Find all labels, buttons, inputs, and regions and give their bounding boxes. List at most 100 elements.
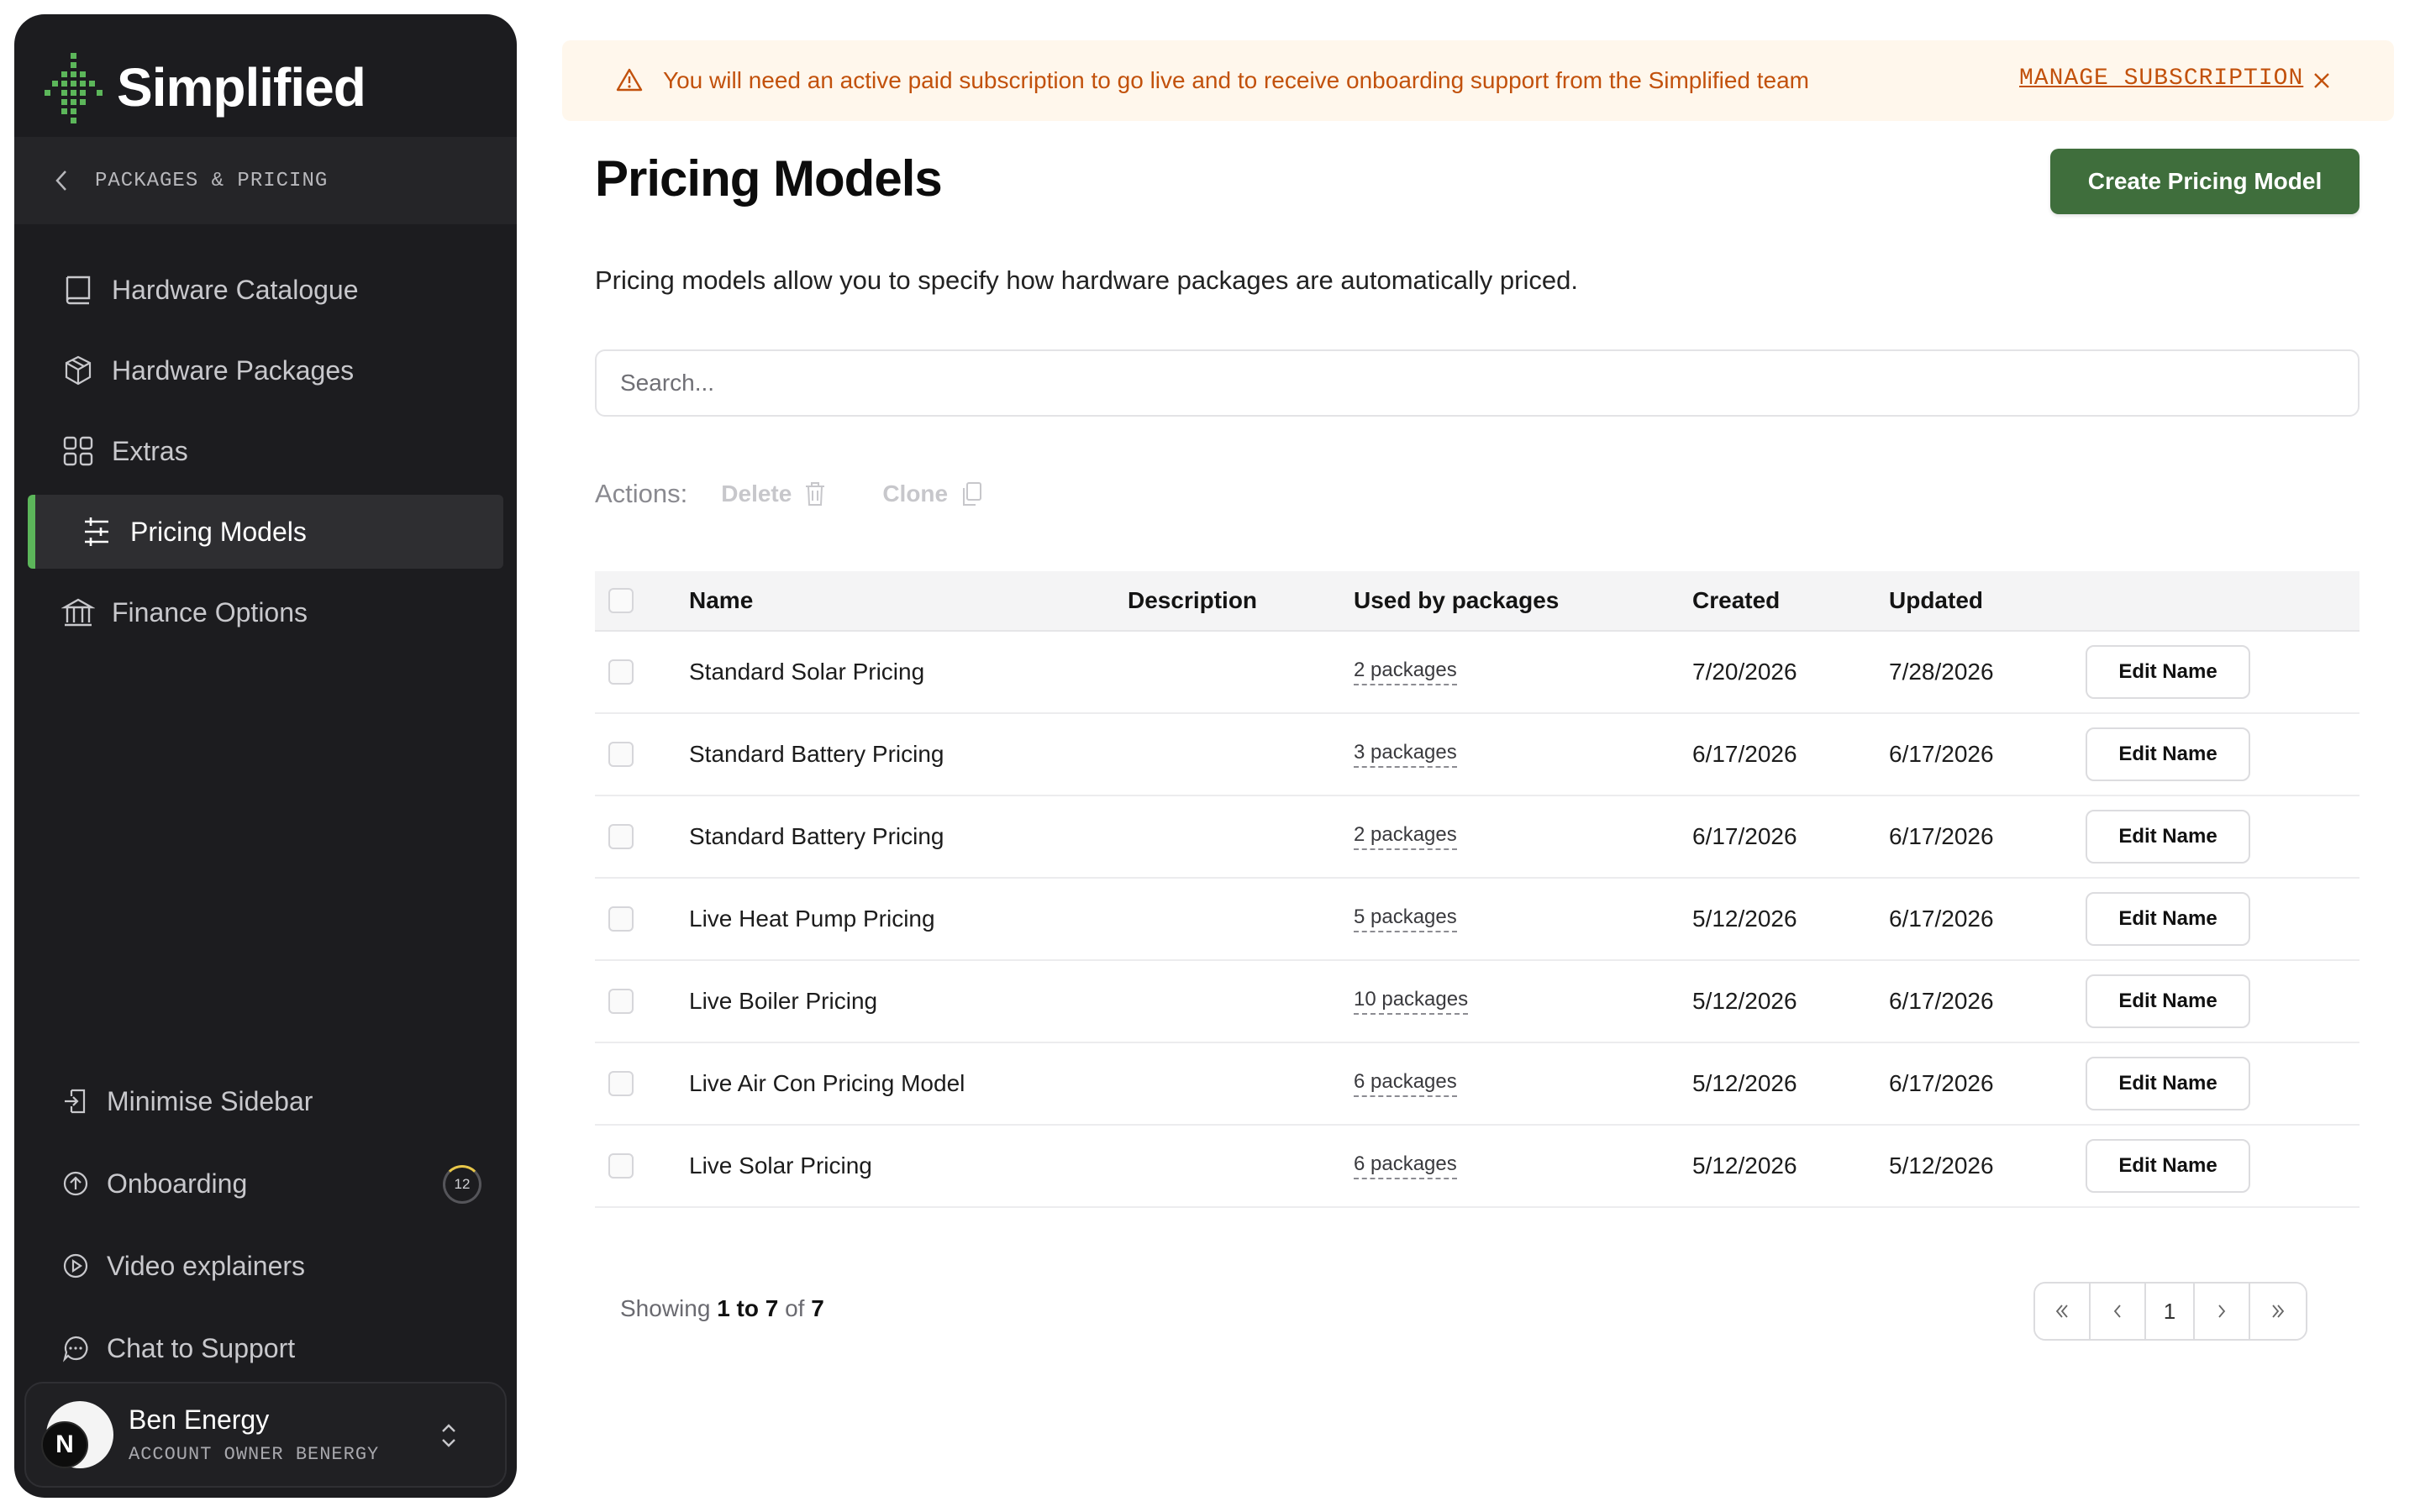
row-updated: 6/17/2026 xyxy=(1889,1070,1994,1096)
table-row[interactable]: Standard Battery Pricing 3 packages 6/17… xyxy=(595,714,2360,796)
column-created[interactable]: Created xyxy=(1692,571,1780,630)
avatar-initial: N xyxy=(41,1421,88,1468)
edit-name-button[interactable]: Edit Name xyxy=(2086,810,2250,864)
used-packages-link[interactable]: 2 packages xyxy=(1354,823,1457,850)
chevrons-right-icon xyxy=(2272,1305,2285,1318)
prev-page-button[interactable] xyxy=(2091,1284,2146,1339)
clone-label: Clone xyxy=(882,480,949,507)
row-created: 6/17/2026 xyxy=(1692,823,1797,849)
chat-support-button[interactable]: Chat to Support xyxy=(28,1311,503,1385)
select-all-checkbox[interactable] xyxy=(608,588,634,613)
edit-name-button[interactable]: Edit Name xyxy=(2086,1057,2250,1110)
chevron-left-icon xyxy=(55,171,66,191)
warning-icon xyxy=(616,68,643,92)
row-created: 5/12/2026 xyxy=(1692,1070,1797,1096)
table-header: Name Description Used by packages Create… xyxy=(595,571,2360,632)
minimise-sidebar-button[interactable]: Minimise Sidebar xyxy=(28,1064,503,1138)
row-updated: 5/12/2026 xyxy=(1889,1152,1994,1179)
sidebar-bottom-nav: Minimise Sidebar Onboarding 12 Video exp… xyxy=(14,1064,517,1394)
sliders-icon xyxy=(85,517,108,546)
last-page-button[interactable] xyxy=(2250,1284,2306,1339)
video-explainers-label: Video explainers xyxy=(107,1250,306,1281)
sidebar-item-hardware-catalogue[interactable]: Hardware Catalogue xyxy=(28,253,503,327)
edit-name-button[interactable]: Edit Name xyxy=(2086,974,2250,1028)
edit-name-button[interactable]: Edit Name xyxy=(2086,645,2250,699)
first-page-button[interactable] xyxy=(2035,1284,2091,1339)
logo-icon xyxy=(45,53,103,123)
edit-name-button[interactable]: Edit Name xyxy=(2086,892,2250,946)
search-input[interactable] xyxy=(595,349,2360,417)
next-page-button[interactable] xyxy=(2195,1284,2250,1339)
row-checkbox[interactable] xyxy=(608,742,634,767)
row-updated: 6/17/2026 xyxy=(1889,823,1994,849)
showing-of: of xyxy=(785,1295,805,1321)
pricing-models-table: Name Description Used by packages Create… xyxy=(595,571,2360,1208)
table-row[interactable]: Standard Battery Pricing 2 packages 6/17… xyxy=(595,796,2360,879)
column-updated[interactable]: Updated xyxy=(1889,571,1983,630)
row-checkbox[interactable] xyxy=(608,1071,634,1096)
table-row[interactable]: Live Air Con Pricing Model 6 packages 5/… xyxy=(595,1043,2360,1126)
manage-subscription-link[interactable]: MANAGE SUBSCRIPTION xyxy=(2019,66,2303,92)
close-icon[interactable] xyxy=(2310,69,2333,92)
table-row[interactable]: Standard Solar Pricing 2 packages 7/20/2… xyxy=(595,632,2360,714)
table-row[interactable]: Live Boiler Pricing 10 packages 5/12/202… xyxy=(595,961,2360,1043)
clone-button[interactable]: Clone xyxy=(882,480,983,507)
edit-name-button[interactable]: Edit Name xyxy=(2086,727,2250,781)
row-name: Live Air Con Pricing Model xyxy=(689,1070,965,1096)
sidebar-item-finance-options[interactable]: Finance Options xyxy=(28,575,503,649)
table-row[interactable]: Live Solar Pricing 6 packages 5/12/2026 … xyxy=(595,1126,2360,1208)
used-packages-link[interactable]: 5 packages xyxy=(1354,906,1457,932)
delete-button[interactable]: Delete xyxy=(721,480,827,507)
brand-logo[interactable]: Simplified xyxy=(45,41,366,134)
banner-message: You will need an active paid subscriptio… xyxy=(663,67,1809,93)
sidebar-item-hardware-packages[interactable]: Hardware Packages xyxy=(28,333,503,407)
column-name[interactable]: Name xyxy=(689,571,753,630)
page-number-button[interactable]: 1 xyxy=(2146,1284,2195,1339)
breadcrumb-back[interactable]: PACKAGES & PRICING xyxy=(14,137,517,224)
delete-label: Delete xyxy=(721,480,792,507)
brand-name: Simplified xyxy=(117,57,366,118)
user-role: ACCOUNT OWNER BENERGY xyxy=(129,1444,380,1465)
pagination: 1 xyxy=(2033,1282,2307,1341)
row-checkbox[interactable] xyxy=(608,989,634,1014)
used-packages-link[interactable]: 2 packages xyxy=(1354,659,1457,685)
column-description[interactable]: Description xyxy=(1128,571,1257,630)
row-name: Standard Battery Pricing xyxy=(689,741,944,767)
row-created: 5/12/2026 xyxy=(1692,1152,1797,1179)
chevrons-left-icon xyxy=(2055,1305,2068,1318)
actions-label: Actions: xyxy=(595,479,688,508)
sidebar-item-pricing-models[interactable]: Pricing Models xyxy=(28,495,503,569)
used-packages-link[interactable]: 10 packages xyxy=(1354,988,1469,1015)
showing-range: 1 to 7 xyxy=(717,1295,779,1321)
row-name: Live Solar Pricing xyxy=(689,1152,872,1179)
row-name: Standard Battery Pricing xyxy=(689,823,944,849)
column-used-by-packages[interactable]: Used by packages xyxy=(1354,571,1559,630)
chevron-up-down-icon xyxy=(442,1424,455,1447)
used-packages-link[interactable]: 3 packages xyxy=(1354,741,1457,768)
pagination-summary: Showing 1 to 7 of 7 xyxy=(620,1295,824,1322)
table-row[interactable]: Live Heat Pump Pricing 5 packages 5/12/2… xyxy=(595,879,2360,961)
used-packages-link[interactable]: 6 packages xyxy=(1354,1070,1457,1097)
showing-total: 7 xyxy=(811,1295,824,1321)
sidebar-item-extras[interactable]: Extras xyxy=(28,414,503,488)
video-explainers-button[interactable]: Video explainers xyxy=(28,1229,503,1303)
row-checkbox[interactable] xyxy=(608,824,634,849)
used-packages-link[interactable]: 6 packages xyxy=(1354,1152,1457,1179)
onboarding-button[interactable]: Onboarding 12 xyxy=(28,1147,503,1221)
cube-icon xyxy=(65,355,92,386)
book-icon xyxy=(66,276,91,305)
showing-prefix: Showing xyxy=(620,1295,711,1321)
edit-name-button[interactable]: Edit Name xyxy=(2086,1139,2250,1193)
row-checkbox[interactable] xyxy=(608,906,634,932)
user-account-switcher[interactable]: N Ben Energy ACCOUNT OWNER BENERGY xyxy=(24,1382,507,1488)
sidebar-item-label: Hardware Catalogue xyxy=(112,274,359,305)
row-checkbox[interactable] xyxy=(608,1153,634,1179)
sidebar-item-label: Pricing Models xyxy=(130,516,307,547)
trash-icon xyxy=(806,482,825,506)
row-name: Live Boiler Pricing xyxy=(689,988,878,1014)
row-checkbox[interactable] xyxy=(608,659,634,685)
grid-icon xyxy=(63,436,93,466)
sidebar-nav: Hardware Catalogue Hardware Packages Ext… xyxy=(14,253,517,656)
create-pricing-model-button[interactable]: Create Pricing Model xyxy=(2050,149,2360,214)
breadcrumb-label: PACKAGES & PRICING xyxy=(95,169,329,192)
